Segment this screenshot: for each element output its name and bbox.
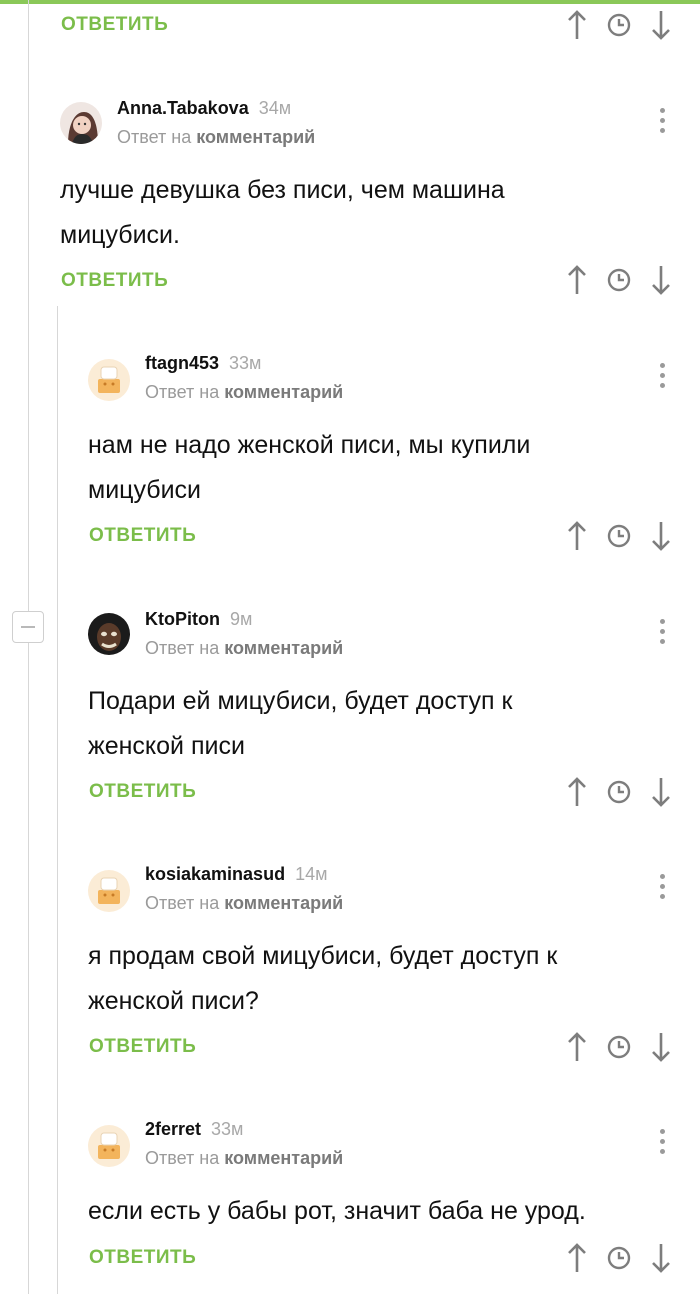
arrow-up-icon[interactable] — [565, 1242, 589, 1274]
clock-icon[interactable] — [607, 780, 631, 804]
reply-to-label: Ответ на комментарий — [145, 638, 344, 658]
arrow-up-icon[interactable] — [565, 1031, 589, 1063]
clock-icon[interactable] — [607, 268, 631, 292]
comment-actions — [565, 264, 670, 296]
comment-age: 9м — [229, 609, 253, 629]
thread-line-inner — [57, 306, 58, 1294]
reply-to-label: Ответ на комментарий — [117, 127, 316, 147]
clock-icon[interactable] — [607, 524, 631, 548]
reply-button[interactable]: ОТВЕТИТЬ — [61, 270, 168, 292]
more-vertical-icon[interactable] — [658, 619, 666, 649]
arrow-up-icon[interactable] — [565, 264, 589, 296]
reply-to-link[interactable]: комментарий — [196, 127, 315, 147]
more-vertical-icon[interactable] — [658, 108, 666, 138]
collapse-thread-button[interactable] — [12, 611, 44, 643]
comment-age: 33м — [229, 353, 262, 373]
clock-icon[interactable] — [607, 1035, 631, 1059]
more-vertical-icon[interactable] — [658, 874, 666, 904]
reply-to-link[interactable]: комментарий — [224, 1148, 343, 1168]
username[interactable]: KtoPiton 9м — [145, 609, 252, 630]
comment-actions — [565, 1031, 670, 1063]
avatar[interactable] — [60, 102, 102, 144]
avatar[interactable] — [88, 613, 130, 655]
arrow-down-icon[interactable] — [649, 9, 673, 41]
more-vertical-icon[interactable] — [658, 363, 666, 393]
username[interactable]: 2ferret 33м — [145, 1119, 243, 1140]
reply-to-link[interactable]: комментарий — [224, 382, 343, 402]
comment-actions — [565, 520, 670, 552]
reply-button[interactable]: ОТВЕТИТЬ — [89, 1036, 196, 1058]
reply-button[interactable]: ОТВЕТИТЬ — [89, 1247, 196, 1269]
clock-icon[interactable] — [607, 13, 631, 37]
top-accent-bar — [0, 0, 700, 4]
comment-text: я продам свой мицубиси, будет доступ к же… — [88, 942, 558, 1015]
comment: kosiakaminasud 14м Ответ на комментарий я… — [88, 864, 700, 1064]
reply-to-label: Ответ на комментарий — [145, 1148, 344, 1168]
comment-actions — [565, 776, 670, 808]
comment: Anna.Tabakova 34м Ответ на комментарий лу… — [60, 98, 700, 298]
arrow-down-icon[interactable] — [649, 776, 673, 808]
comment: ftagn453 33м Ответ на комментарий нам не … — [88, 353, 700, 553]
comment-actions — [565, 1242, 670, 1274]
arrow-up-icon[interactable] — [565, 776, 589, 808]
comment-text: если есть у бабы рот, значит баба не уро… — [88, 1197, 586, 1225]
arrow-down-icon[interactable] — [649, 264, 673, 296]
reply-button[interactable]: ОТВЕТИТЬ — [89, 781, 196, 803]
reply-to-link[interactable]: комментарий — [224, 638, 343, 658]
arrow-down-icon[interactable] — [649, 520, 673, 552]
comment-age: 33м — [211, 1119, 244, 1139]
comment-text: лучше девушка без писи, чем машина мицуби… — [60, 176, 505, 249]
comment-age: 14м — [295, 864, 328, 884]
comment-text: нам не надо женской писи, мы купили мицуб… — [88, 431, 531, 504]
more-vertical-icon[interactable] — [658, 1129, 666, 1159]
arrow-down-icon[interactable] — [649, 1242, 673, 1274]
arrow-down-icon[interactable] — [649, 1031, 673, 1063]
comment: KtoPiton 9м Ответ на комментарий Подари е… — [88, 609, 700, 809]
username[interactable]: ftagn453 33м — [145, 353, 261, 374]
reply-button[interactable]: ОТВЕТИТЬ — [89, 525, 196, 547]
reply-button[interactable]: ОТВЕТИТЬ — [61, 14, 168, 36]
comment-actions — [565, 9, 670, 41]
comment: 2ferret 33м Ответ на комментарий если ест… — [88, 1119, 700, 1294]
reply-to-label: Ответ на комментарий — [145, 382, 344, 402]
reply-to-label: Ответ на комментарий — [145, 893, 344, 913]
comment-age: 34м — [258, 98, 292, 118]
arrow-up-icon[interactable] — [565, 9, 589, 41]
username[interactable]: Anna.Tabakova 34м — [117, 98, 291, 119]
avatar[interactable] — [88, 870, 130, 912]
thread-line-outer — [28, 0, 29, 1294]
arrow-up-icon[interactable] — [565, 520, 589, 552]
clock-icon[interactable] — [607, 1246, 631, 1270]
username[interactable]: kosiakaminasud 14м — [145, 864, 327, 885]
reply-to-link[interactable]: комментарий — [224, 893, 343, 913]
avatar[interactable] — [88, 1125, 130, 1167]
comment-text: Подари ей мицубиси, будет доступ к женско… — [88, 687, 513, 760]
avatar[interactable] — [88, 359, 130, 401]
